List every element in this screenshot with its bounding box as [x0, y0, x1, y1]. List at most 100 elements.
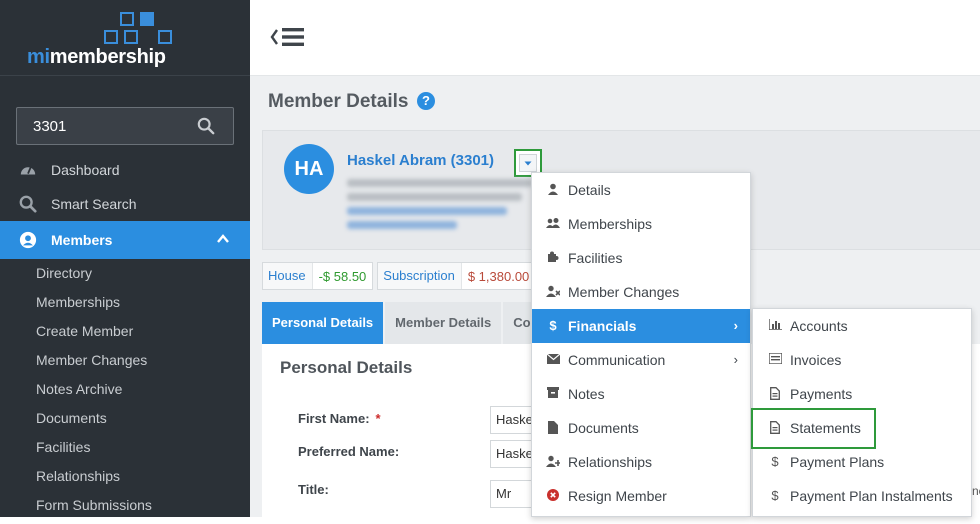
tab-member-details[interactable]: Member Details [385, 302, 502, 344]
menu-item-notes[interactable]: Notes [532, 377, 750, 411]
menu-item-label: Documents [568, 420, 639, 436]
menu-item-financials[interactable]: $ Financials › [532, 309, 750, 343]
submenu-item-label: Payment Plans [790, 454, 885, 470]
submenu-item-label: Payments [790, 386, 853, 402]
dashboard-icon [20, 166, 36, 175]
user-icon [546, 183, 560, 197]
menu-item-label: Member Changes [568, 284, 680, 300]
balance-value: -$ 58.50 [318, 268, 367, 284]
sidebar: mimembership Dashboard Smart Search Memb… [0, 0, 250, 517]
menu-item-label: Communication [568, 352, 666, 368]
sidebar-item-members[interactable]: Members [0, 221, 250, 259]
menu-item-label: Relationships [568, 454, 653, 470]
bar-chart-icon [767, 319, 782, 333]
menu-item-member-changes[interactable]: Member Changes [532, 275, 750, 309]
sidebar-subitem-relationships[interactable]: Relationships [36, 468, 120, 484]
balance-value: $ 1,380.00 [467, 268, 530, 284]
sidebar-subitem-directory[interactable]: Directory [36, 265, 92, 281]
blurred-info-line [347, 207, 507, 215]
user-circle-icon [19, 231, 37, 249]
member-search-box [16, 107, 234, 145]
submenu-item-payment-plan-instalments[interactable]: $ Payment Plan Instalments [753, 479, 971, 513]
sidebar-item-smart-search[interactable]: Smart Search [0, 187, 250, 221]
panel-title: Personal Details [280, 358, 413, 377]
subscription-balance[interactable]: Subscription $ 1,380.00 [377, 262, 537, 290]
preferred-name-label: Preferred Name: [298, 444, 400, 459]
menu-item-label: Resign Member [568, 488, 667, 504]
statements-highlight [751, 408, 876, 449]
sidebar-item-label: Dashboard [51, 162, 120, 178]
collapse-menu-icon[interactable] [270, 26, 306, 48]
top-bar [250, 0, 980, 76]
sidebar-item-label: Members [51, 232, 113, 248]
search-icon[interactable] [197, 117, 215, 135]
caret-down-icon [524, 161, 532, 166]
sidebar-subitem-create-member[interactable]: Create Member [36, 323, 133, 339]
sidebar-subitem-form-submissions[interactable]: Form Submissions [36, 497, 152, 513]
menu-item-label: Memberships [568, 216, 653, 232]
menu-item-memberships[interactable]: Memberships [532, 207, 750, 241]
balance-label: Subscription [378, 263, 462, 289]
overflow-text: ne [972, 484, 980, 498]
dollar-icon: $ [549, 318, 557, 333]
sidebar-subitem-documents[interactable]: Documents [36, 410, 107, 426]
file-icon [546, 421, 560, 435]
balance-label: House [263, 263, 313, 289]
logo[interactable]: mimembership [0, 0, 250, 76]
member-actions-menu: Details Memberships Facilities Member Ch… [531, 172, 751, 517]
chevron-up-icon[interactable] [216, 232, 230, 246]
menu-item-resign-member[interactable]: Resign Member [532, 479, 750, 513]
search-icon [19, 195, 37, 213]
logo-wordmark: mimembership [27, 46, 166, 68]
users-icon [546, 217, 560, 231]
sidebar-subitem-member-changes[interactable]: Member Changes [36, 352, 147, 368]
first-name-label: First Name: * [298, 411, 381, 426]
blurred-info-line [347, 193, 522, 201]
dropdown-inner [519, 154, 537, 172]
title-label: Title: [298, 482, 329, 497]
submenu-item-payment-plans[interactable]: $ Payment Plans [753, 445, 971, 479]
notes-icon [546, 387, 560, 401]
dollar-icon: $ [771, 454, 779, 469]
member-name-link[interactable]: Haskel Abram (3301) [347, 152, 494, 169]
sidebar-subitem-memberships[interactable]: Memberships [36, 294, 120, 310]
menu-item-documents[interactable]: Documents [532, 411, 750, 445]
menu-item-label: Facilities [568, 250, 623, 266]
submenu-item-label: Payment Plan Instalments [790, 488, 953, 504]
menu-item-label: Financials [568, 318, 637, 334]
submenu-item-payments[interactable]: Payments [753, 377, 971, 411]
submenu-item-label: Accounts [790, 318, 848, 334]
sidebar-subitem-facilities[interactable]: Facilities [36, 439, 90, 455]
times-circle-icon [546, 489, 560, 503]
help-icon[interactable]: ? [417, 92, 435, 110]
avatar: HA [284, 144, 334, 194]
tab-personal-details[interactable]: Personal Details [262, 302, 384, 344]
menu-item-details[interactable]: Details [532, 173, 750, 207]
sidebar-subitem-notes-archive[interactable]: Notes Archive [36, 381, 122, 397]
blurred-info-line [347, 179, 532, 187]
file-text-icon [768, 387, 782, 401]
user-times-icon [546, 285, 561, 299]
page-title: Member Details [268, 91, 409, 112]
menu-item-communication[interactable]: Communication › [532, 343, 750, 377]
list-icon [767, 352, 783, 367]
chevron-right-icon: › [733, 318, 738, 333]
menu-item-facilities[interactable]: Facilities [532, 241, 750, 275]
menu-item-relationships[interactable]: Relationships [532, 445, 750, 479]
chevron-right-icon: › [733, 352, 738, 367]
house-balance[interactable]: House -$ 58.50 [262, 262, 374, 290]
submenu-item-accounts[interactable]: Accounts [753, 309, 971, 343]
sidebar-item-label: Smart Search [51, 196, 137, 212]
blurred-info-line [347, 221, 457, 229]
envelope-icon [546, 353, 560, 367]
sidebar-item-dashboard[interactable]: Dashboard [0, 153, 250, 187]
user-plus-icon [546, 455, 561, 469]
balances-bar: House -$ 58.50 Subscription $ 1,380.00 [262, 262, 537, 290]
menu-item-label: Details [568, 182, 611, 198]
submenu-item-label: Invoices [790, 352, 842, 368]
submenu-item-invoices[interactable]: Invoices [753, 343, 971, 377]
puzzle-icon [546, 251, 560, 265]
member-search-input[interactable] [17, 108, 197, 144]
menu-item-label: Notes [568, 386, 605, 402]
dollar-icon: $ [771, 488, 779, 503]
